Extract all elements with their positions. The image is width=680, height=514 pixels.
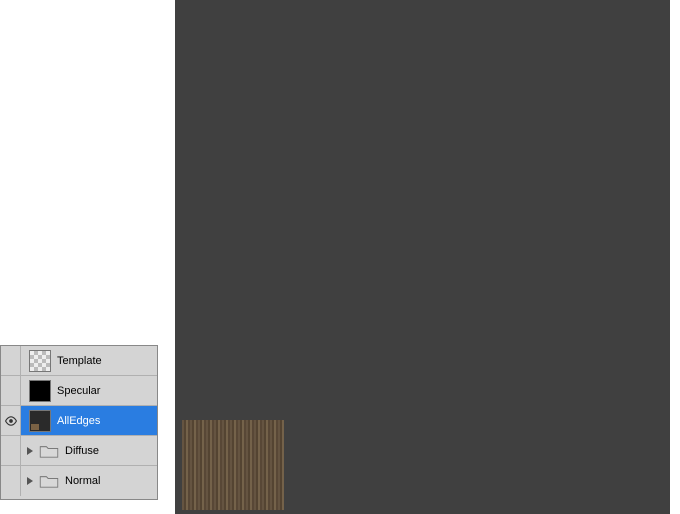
- layer-label: Normal: [65, 475, 100, 487]
- folder-icon: [39, 474, 59, 488]
- layer-label: Template: [57, 355, 102, 367]
- layer-thumbnail[interactable]: [29, 350, 51, 372]
- layer-group-diffuse[interactable]: Diffuse: [1, 436, 157, 466]
- layer-row-template[interactable]: Template: [1, 346, 157, 376]
- layer-label: Diffuse: [65, 445, 99, 457]
- layers-panel: Template Specular AllEdges Diffuse: [0, 345, 158, 500]
- folder-icon: [39, 444, 59, 458]
- expand-toggle[interactable]: [23, 447, 37, 455]
- layer-label: AllEdges: [57, 415, 100, 427]
- layer-label: Specular: [57, 385, 100, 397]
- triangle-right-icon: [27, 477, 33, 485]
- layer-row-alledges[interactable]: AllEdges: [1, 406, 157, 436]
- layer-row-specular[interactable]: Specular: [1, 376, 157, 406]
- eye-icon: [4, 416, 18, 426]
- wood-texture-swatch: [182, 420, 284, 510]
- visibility-toggle[interactable]: [1, 406, 21, 435]
- triangle-right-icon: [27, 447, 33, 455]
- layer-group-normal[interactable]: Normal: [1, 466, 157, 496]
- canvas-uv-view[interactable]: [175, 0, 670, 514]
- expand-toggle[interactable]: [23, 477, 37, 485]
- visibility-toggle[interactable]: [1, 466, 21, 496]
- layer-thumbnail[interactable]: [29, 410, 51, 432]
- visibility-toggle[interactable]: [1, 346, 21, 375]
- visibility-toggle[interactable]: [1, 376, 21, 405]
- layer-thumbnail[interactable]: [29, 380, 51, 402]
- visibility-toggle[interactable]: [1, 436, 21, 465]
